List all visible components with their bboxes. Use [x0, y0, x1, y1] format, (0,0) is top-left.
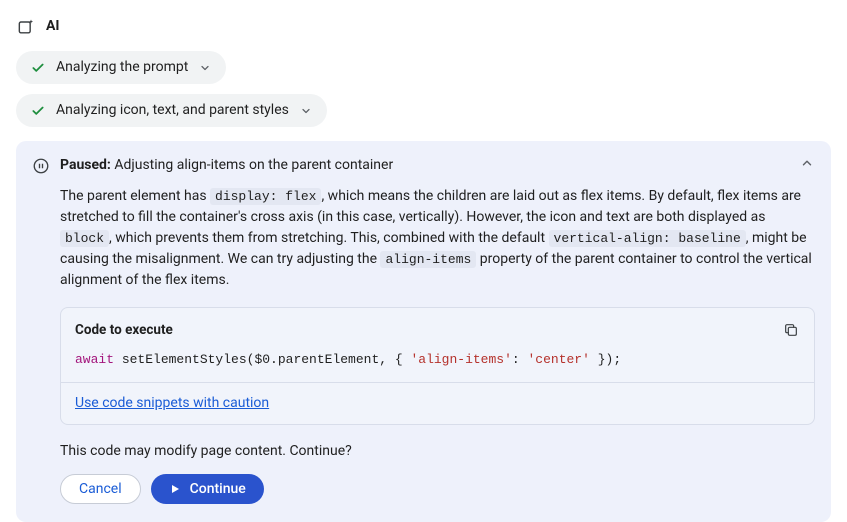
continue-button[interactable]: Continue	[151, 474, 264, 504]
check-icon	[30, 60, 46, 76]
step-label: Analyzing the prompt	[56, 57, 188, 78]
code-text: :	[512, 352, 528, 367]
chevron-up-icon[interactable]	[799, 155, 815, 171]
code-string: 'center'	[528, 352, 590, 367]
button-label: Cancel	[79, 481, 122, 497]
paused-header: Paused: Adjusting align-items on the par…	[32, 155, 815, 176]
panel-header: AI	[16, 16, 831, 37]
text-run: , which prevents them from stretching. T…	[109, 230, 549, 246]
inline-code: align-items	[380, 251, 476, 268]
paused-prefix: Paused:	[60, 157, 111, 173]
text-run: The parent element has	[60, 188, 210, 204]
code-keyword: await	[75, 352, 114, 367]
continue-prompt: This code may modify page content. Conti…	[60, 441, 815, 462]
check-icon	[30, 103, 46, 119]
paused-title: Paused: Adjusting align-items on the par…	[60, 155, 789, 176]
sparkle-icon	[16, 17, 36, 37]
paused-explanation: The parent element has display: flex , wh…	[60, 186, 815, 504]
code-card-title: Code to execute	[75, 320, 173, 340]
step-label: Analyzing icon, text, and parent styles	[56, 100, 289, 121]
play-icon	[169, 482, 182, 495]
caution-link[interactable]: Use code snippets with caution	[75, 395, 269, 411]
inline-code: block	[60, 230, 109, 247]
cancel-button[interactable]: Cancel	[60, 474, 141, 504]
code-string: 'align-items'	[410, 352, 511, 367]
chevron-down-icon	[299, 104, 313, 118]
action-buttons: Cancel Continue	[60, 474, 815, 504]
code-to-execute-card: Code to execute await setElementStyles($…	[60, 307, 815, 425]
step-analyzing-styles[interactable]: Analyzing icon, text, and parent styles	[16, 94, 327, 127]
inline-code: vertical-align: baseline	[549, 230, 746, 247]
chevron-down-icon	[198, 61, 212, 75]
code-text: setElementStyles($0.parentElement, {	[114, 352, 410, 367]
code-snippet: await setElementStyles($0.parentElement,…	[75, 350, 800, 370]
ai-panel: AI Analyzing the prompt Analyzing icon, …	[0, 0, 847, 518]
copy-icon[interactable]	[782, 321, 800, 339]
code-text: });	[590, 352, 621, 367]
inline-code: display: flex	[210, 188, 321, 205]
paused-step-card: Paused: Adjusting align-items on the par…	[16, 141, 831, 522]
step-analyzing-prompt[interactable]: Analyzing the prompt	[16, 51, 226, 84]
button-label: Continue	[190, 481, 246, 497]
pause-icon	[32, 157, 50, 175]
paused-title-text: Adjusting align-items on the parent cont…	[114, 157, 393, 173]
panel-title: AI	[46, 16, 60, 37]
